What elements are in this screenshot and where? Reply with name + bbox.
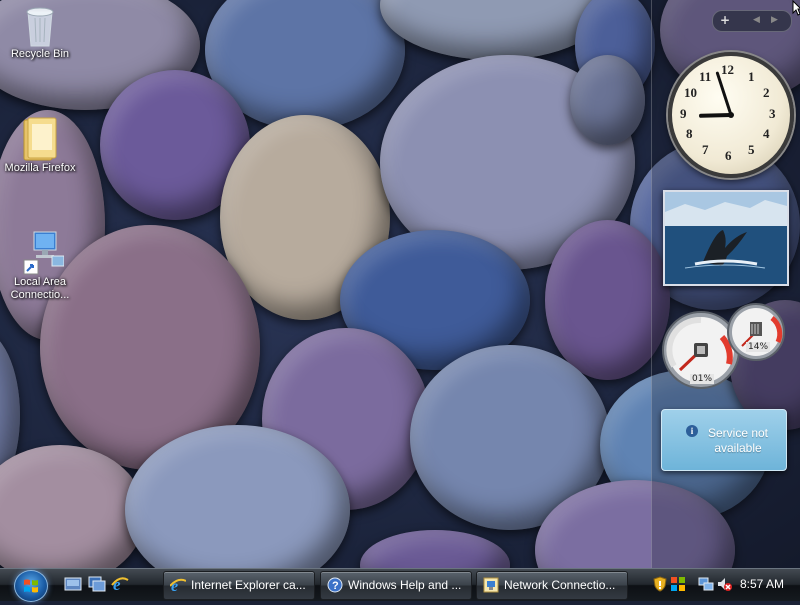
next-page-button[interactable]: ▶ [771, 15, 778, 25]
clock-gadget[interactable]: 12 1 2 3 4 5 6 7 8 9 10 11 [668, 52, 794, 178]
internet-explorer-icon: e [169, 577, 187, 595]
desktop-icon-label: Local Area Connectio... [0, 276, 80, 302]
cpu-meter-gadget[interactable]: 01% 14% [660, 302, 786, 392]
sidebar-controls: + ◀ ▶ [712, 10, 792, 32]
desktop-icon-mozilla-firefox[interactable]: Mozilla Firefox [0, 116, 80, 175]
folder-icon [20, 116, 60, 161]
clock-pivot [728, 112, 734, 118]
help-icon: ? [327, 577, 343, 593]
desktop-icon-label: Recycle Bin [10, 48, 70, 60]
previous-page-button[interactable]: ◀ [753, 15, 760, 25]
add-gadget-button[interactable]: + [720, 13, 730, 27]
clock-hour-hand [699, 113, 733, 118]
switch-windows-icon[interactable] [88, 575, 106, 593]
show-desktop-icon[interactable] [64, 575, 82, 593]
svg-text:?: ? [332, 580, 339, 592]
desktop-icon-local-area-connection[interactable]: Local Area Connectio... [0, 230, 80, 302]
windows-logo-icon [14, 570, 48, 602]
pebble [360, 530, 510, 568]
network-connections-icon [483, 577, 499, 593]
label-line: Connectio... [10, 289, 70, 301]
clock-hands [699, 71, 734, 118]
internet-explorer-icon[interactable]: e [111, 575, 129, 594]
cpu-usage-label: 01% [690, 374, 715, 384]
network-connection-icon [20, 230, 65, 275]
slideshow-whale-image [665, 192, 787, 284]
weather-gadget[interactable]: i Service not available [661, 409, 787, 471]
clock-minute-hand [715, 71, 733, 117]
recycle-bin-icon [20, 2, 60, 47]
start-button[interactable] [8, 570, 52, 602]
security-shield-icon[interactable] [652, 576, 668, 592]
taskbar-button-internet-explorer[interactable]: e Internet Explorer ca... [163, 571, 315, 600]
taskbar-button-label: Internet Explorer ca... [191, 578, 306, 592]
pebble [570, 55, 645, 145]
svg-text:e: e [113, 575, 121, 593]
volume-muted-icon[interactable] [716, 576, 732, 592]
network-icon[interactable] [698, 576, 714, 592]
taskbar-button-label: Network Connectio... [504, 578, 616, 592]
taskbar-button-label: Windows Help and ... [348, 578, 462, 592]
taskbar-button-windows-help[interactable]: ? Windows Help and ... [320, 571, 472, 600]
weather-status-message: Service not available [707, 426, 769, 455]
taskbar-button-network-connections[interactable]: Network Connectio... [476, 571, 628, 600]
taskbar-clock[interactable]: 8:57 AM [740, 577, 784, 591]
desktop-icon-recycle-bin[interactable]: Recycle Bin [0, 2, 80, 61]
slideshow-gadget[interactable] [663, 190, 789, 286]
memory-usage-label: 14% [746, 342, 771, 352]
mouse-cursor-icon [792, 0, 800, 16]
windows-flag-icon[interactable] [670, 576, 686, 592]
